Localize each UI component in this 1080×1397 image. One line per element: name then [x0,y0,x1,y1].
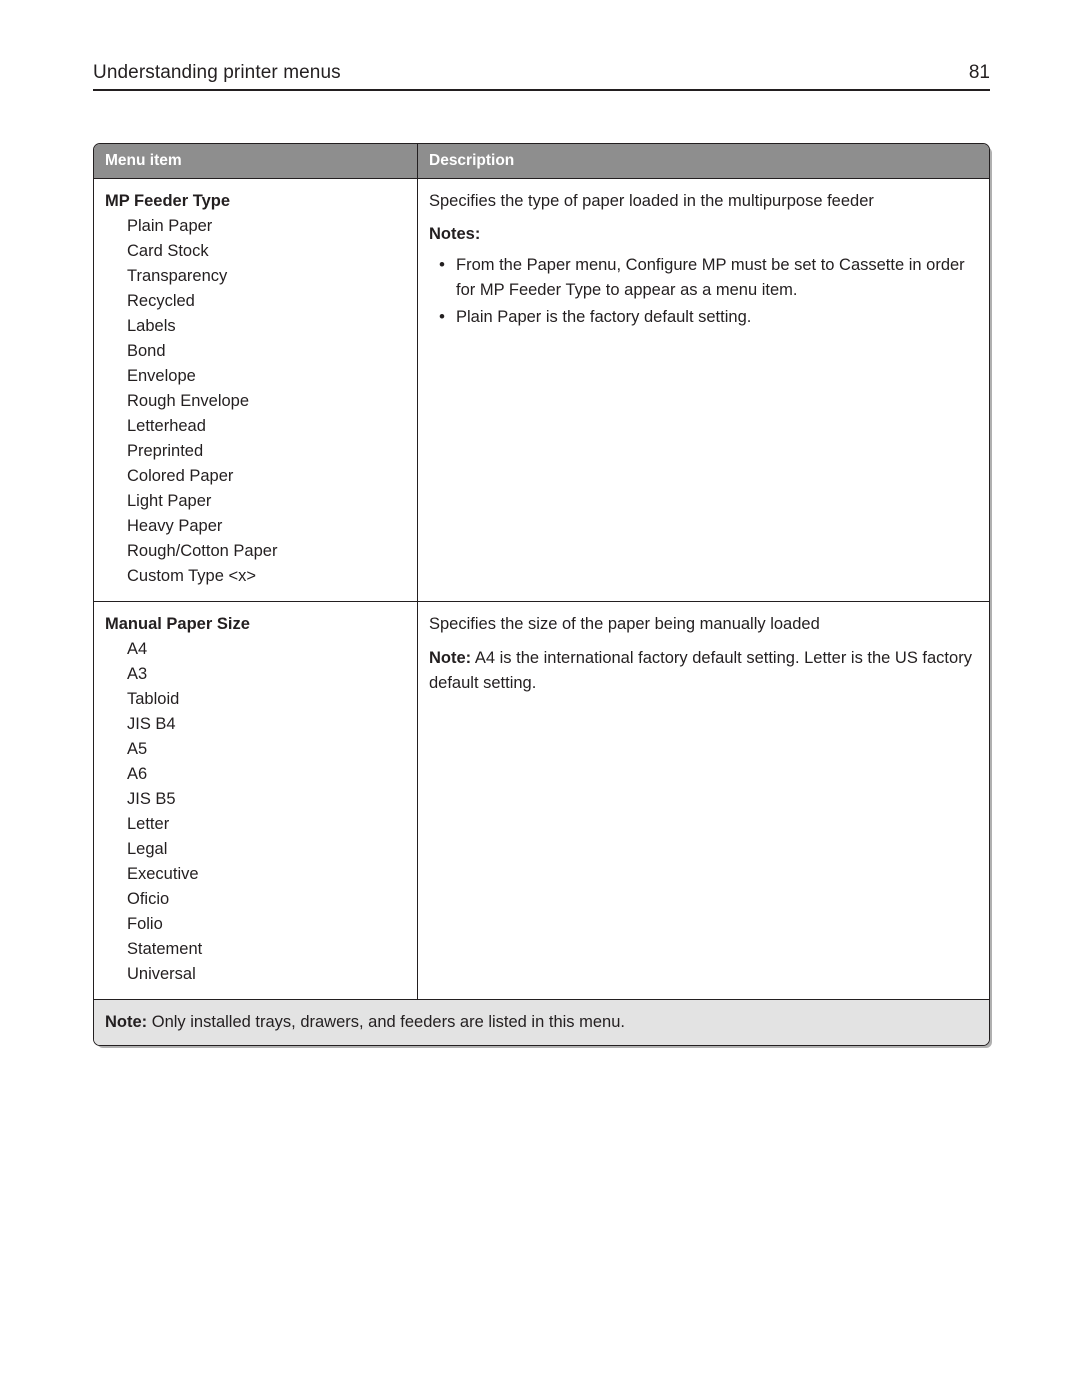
list-item: Colored Paper [127,467,234,485]
list-item: Legal [127,840,168,858]
list-item: Plain Paper [127,217,213,235]
notes-label: Notes: [429,225,481,243]
list-item: A4 [127,640,148,658]
list-item: Bond [127,342,166,360]
note-label: Note: [429,649,472,667]
menu-item-cell-mp-feeder-type: MP Feeder Type Plain Paper Card Stock Tr… [94,179,418,601]
list-item: Folio [127,915,163,933]
note-item: From the Paper menu, Configure MP must b… [429,252,977,303]
list-item: Heavy Paper [127,517,223,535]
list-item: Custom Type <x> [127,567,257,585]
list-item: Rough Envelope [127,392,250,410]
footnote-label: Note: [105,1013,148,1031]
note-text: A4 is the international factory default … [429,649,972,692]
list-item: Envelope [127,367,196,385]
running-header: Understanding printer menus 81 [93,62,990,91]
list-item: Universal [127,965,196,983]
list-item: Letter [127,815,170,833]
menu-item-title: Manual Paper Size [105,615,250,633]
table-header-row: Menu item Description [94,144,989,179]
list-item: Executive [127,865,199,883]
menu-item-cell-manual-paper-size: Manual Paper Size A4 A3 Tabloid JIS B4 A… [94,602,418,999]
description-cell-mp-feeder-type: Specifies the type of paper loaded in th… [418,179,989,601]
list-item: A3 [127,665,148,683]
note-item: Plain Paper is the factory default setti… [429,304,977,330]
list-item: Labels [127,317,176,335]
list-item: Statement [127,940,203,958]
column-header-description: Description [429,152,515,169]
menu-option-list: A4 A3 Tabloid JIS B4 A5 A6 JIS B5 Letter… [105,637,405,987]
list-item: Preprinted [127,442,204,460]
menu-item-title: MP Feeder Type [105,192,231,210]
page-title: Understanding printer menus [93,62,341,83]
column-header-menu-item: Menu item [94,144,418,178]
list-item: A5 [127,740,148,758]
list-item: Oficio [127,890,170,908]
printer-menu-table: Menu item Description MP Feeder Type Pla… [93,143,990,1046]
table-row: MP Feeder Type Plain Paper Card Stock Tr… [94,179,989,601]
footnote-text: Only installed trays, drawers, and feede… [147,1013,625,1031]
description-text: Specifies the type of paper loaded in th… [429,192,874,210]
list-item: Tabloid [127,690,180,708]
list-item: A6 [127,765,148,783]
table-row: Manual Paper Size A4 A3 Tabloid JIS B4 A… [94,601,989,999]
list-item: Card Stock [127,242,209,260]
list-item: Transparency [127,267,228,285]
menu-option-list: Plain Paper Card Stock Transparency Recy… [105,214,405,589]
list-item: JIS B5 [127,790,176,808]
page-number: 81 [968,62,990,83]
description-text: Specifies the size of the paper being ma… [429,615,820,633]
list-item: Rough/Cotton Paper [127,542,278,560]
list-item: Letterhead [127,417,206,435]
notes-list: From the Paper menu, Configure MP must b… [429,252,977,330]
table-footnote: Note: Only installed trays, drawers, and… [94,999,989,1045]
document-page: Understanding printer menus 81 Menu item… [0,0,1080,1397]
description-cell-manual-paper-size: Specifies the size of the paper being ma… [418,602,989,999]
list-item: Light Paper [127,492,212,510]
list-item: JIS B4 [127,715,176,733]
description-note: Note: A4 is the international factory de… [429,646,977,696]
list-item: Recycled [127,292,195,310]
